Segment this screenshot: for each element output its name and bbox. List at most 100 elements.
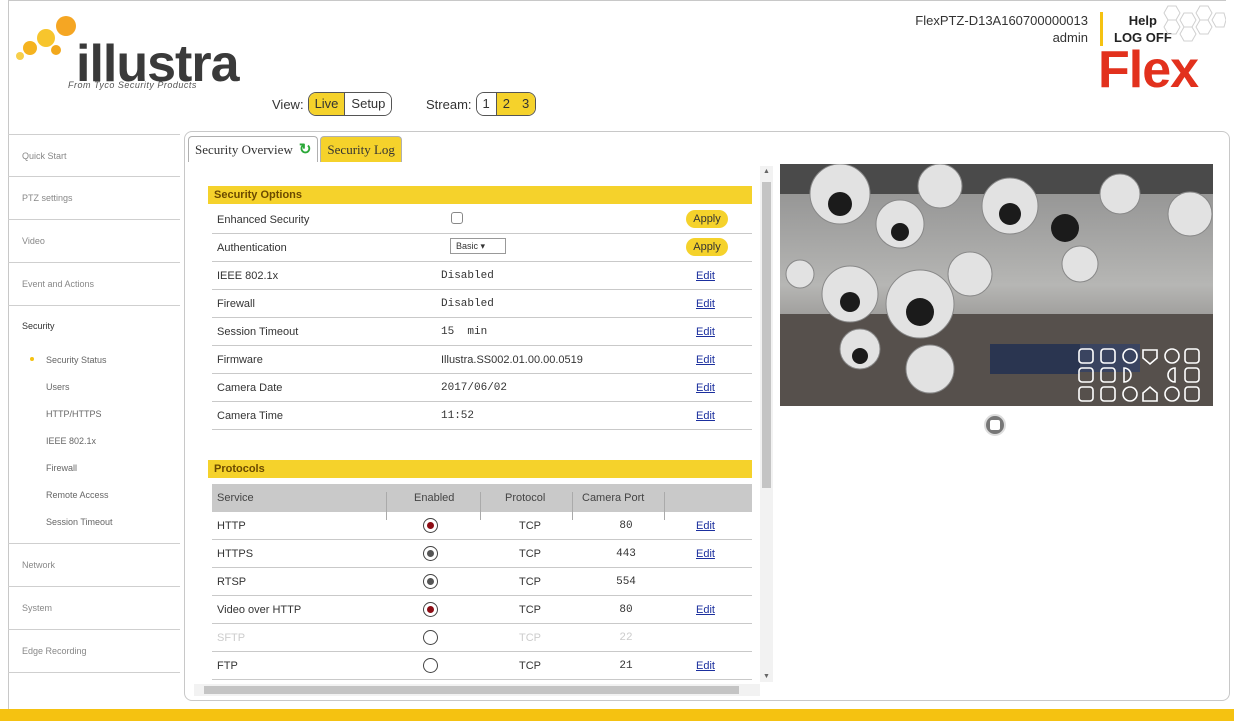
sidebar-item-video[interactable]: Video [8, 220, 180, 263]
sidebar-item-quick-start[interactable]: Quick Start [8, 134, 180, 177]
sidebar-group-security: Security Security Status Users HTTP/HTTP… [8, 306, 180, 544]
enabled-radio[interactable] [423, 658, 438, 673]
stream-1-button[interactable]: 1 [476, 93, 496, 115]
scroll-up-arrow-icon[interactable]: ▲ [763, 168, 770, 175]
apply-enhanced-button[interactable]: Apply [686, 210, 728, 228]
row-camera-date: Camera Date 2017/06/02 Edit [212, 374, 752, 402]
row-camera-time: Camera Time 11:52 Edit [212, 402, 752, 430]
current-user: admin [1052, 30, 1088, 45]
scrollbar-thumb[interactable] [762, 182, 771, 488]
content-vertical-scrollbar[interactable]: ▲ ▼ [760, 166, 773, 682]
refresh-icon[interactable]: ↻ [299, 140, 312, 159]
sidebar-subitem-firewall[interactable]: Firewall [8, 454, 180, 481]
tab-security-overview[interactable]: Security Overview ↻ [188, 136, 319, 162]
option-label: Firmware [217, 354, 263, 366]
protocol-value: TCP [519, 632, 541, 644]
port-value: 443 [616, 548, 636, 560]
sidebar-item-security[interactable]: Security [8, 306, 180, 346]
scroll-down-arrow-icon[interactable]: ▼ [763, 673, 770, 680]
sidebar-subitem-ieee[interactable]: IEEE 802.1x [8, 427, 180, 454]
protocols-table-header: Service Enabled Protocol Camera Port [212, 484, 752, 520]
enabled-radio[interactable] [423, 518, 438, 533]
edit-ieee-link[interactable]: Edit [696, 270, 715, 282]
sidebar-item-system[interactable]: System [8, 587, 180, 630]
view-setup-button[interactable]: Setup [344, 93, 392, 115]
sidebar-subitem-http-https[interactable]: HTTP/HTTPS [8, 400, 180, 427]
sidebar-subitem-session-timeout[interactable]: Session Timeout [8, 508, 180, 535]
tab-security-overview-label: Security Overview [195, 141, 293, 157]
hscrollbar-thumb[interactable] [204, 686, 739, 694]
tab-security-log[interactable]: Security Log [320, 136, 402, 162]
flex-brand: Flex [1098, 41, 1199, 99]
service-name: SFTP [217, 632, 246, 644]
live-video-feed[interactable] [780, 164, 1213, 406]
protocol-value: TCP [519, 604, 541, 616]
sidebar-item-network[interactable]: Network [8, 544, 180, 587]
security-content: Security Options Enhanced Security Apply… [202, 166, 758, 682]
edit-video-over-http-link[interactable]: Edit [696, 604, 715, 616]
enabled-radio[interactable] [423, 574, 438, 589]
sidebar-subitem-security-status[interactable]: Security Status [8, 346, 180, 373]
enabled-radio[interactable] [423, 546, 438, 561]
protocols-header: Protocols [208, 460, 752, 478]
logo-tagline: From Tyco Security Products [68, 80, 197, 90]
view-live-button[interactable]: Live [308, 93, 345, 115]
apply-auth-button[interactable]: Apply [686, 238, 728, 256]
table-row: HTTPS TCP 443 Edit [212, 540, 752, 568]
stream-label: Stream: [426, 96, 472, 112]
service-name: HTTP [217, 520, 246, 532]
edit-ftp-link[interactable]: Edit [696, 660, 715, 672]
option-value: 15 min [441, 326, 488, 338]
option-label: Session Timeout [217, 326, 299, 338]
ptz-controls-overlay[interactable] [1075, 346, 1211, 404]
table-row: FTP TCP 21 Edit [212, 652, 752, 680]
authentication-value: Basic [456, 241, 479, 251]
view-label: View: [272, 96, 304, 112]
table-row: HTTP TCP 80 Edit [212, 512, 752, 540]
stream-2-button[interactable]: 2 [495, 93, 516, 115]
edit-http-link[interactable]: Edit [696, 520, 715, 532]
edit-camera-date-link[interactable]: Edit [696, 382, 715, 394]
enabled-radio[interactable] [423, 602, 438, 617]
authentication-select[interactable]: Basic ▾ [450, 238, 506, 254]
col-camera-port: Camera Port [582, 492, 645, 504]
sidebar-subitem-users[interactable]: Users [8, 373, 180, 400]
row-session-timeout: Session Timeout 15 min Edit [212, 318, 752, 346]
edit-session-timeout-link[interactable]: Edit [696, 326, 715, 338]
content-horizontal-scrollbar[interactable] [194, 684, 760, 696]
enhanced-security-label: Enhanced Security [217, 214, 310, 226]
sidebar-item-event-and-actions[interactable]: Event and Actions [8, 263, 180, 306]
service-name: Video over HTTP [217, 604, 302, 616]
edit-camera-time-link[interactable]: Edit [696, 410, 715, 422]
illustra-logo: illustra From Tyco Security Products [16, 12, 256, 102]
edit-firewall-link[interactable]: Edit [696, 298, 715, 310]
stop-button[interactable] [984, 414, 1006, 436]
view-selector: View: Live Setup [272, 92, 393, 116]
table-row: SFTP TCP 22 [212, 624, 752, 652]
row-firmware: Firmware Illustra.SS002.01.00.00.0519 Ed… [212, 346, 752, 374]
protocol-value: TCP [519, 548, 541, 560]
stream-pill: 1 2 3 [475, 92, 537, 116]
footer-bar [0, 709, 1234, 721]
device-info: FlexPTZ-D13A160700000013 admin [915, 12, 1088, 46]
port-value: 21 [619, 660, 633, 672]
sidebar-item-ptz-settings[interactable]: PTZ settings [8, 177, 180, 220]
option-value: Illustra.SS002.01.00.00.0519 [441, 354, 583, 366]
col-service: Service [217, 492, 254, 504]
security-options-header: Security Options [208, 186, 752, 204]
sidebar-item-edge-recording[interactable]: Edge Recording [8, 630, 180, 673]
col-protocol: Protocol [505, 492, 546, 504]
option-value: Disabled [441, 270, 494, 282]
device-name: FlexPTZ-D13A160700000013 [915, 13, 1088, 28]
protocol-value: TCP [519, 576, 541, 588]
sidebar-subitem-remote-access[interactable]: Remote Access [8, 481, 180, 508]
stream-3-button[interactable]: 3 [515, 93, 536, 115]
edit-https-link[interactable]: Edit [696, 548, 715, 560]
row-enhanced-security: Enhanced Security Apply [212, 206, 752, 234]
enhanced-security-checkbox[interactable] [451, 212, 463, 224]
protocol-value: TCP [519, 660, 541, 672]
edit-firmware-link[interactable]: Edit [696, 354, 715, 366]
service-name: RTSP [217, 576, 247, 588]
enabled-radio[interactable] [423, 630, 438, 645]
col-enabled: Enabled [414, 492, 455, 504]
